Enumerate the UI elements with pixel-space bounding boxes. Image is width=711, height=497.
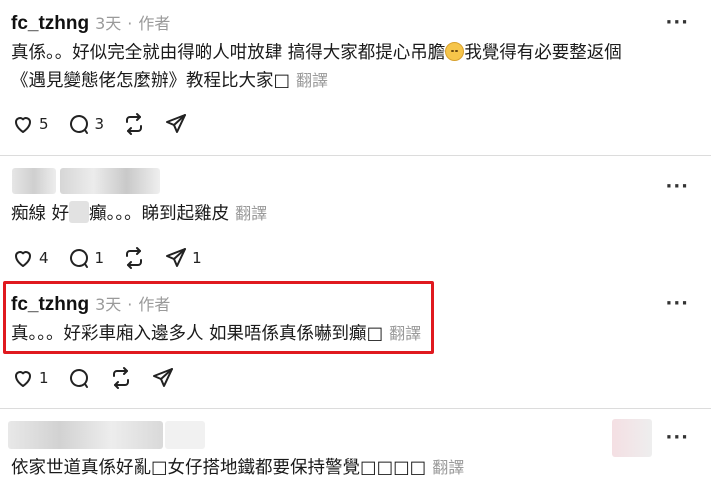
translate-link[interactable]: 翻譯: [432, 458, 464, 477]
like-button[interactable]: 4: [11, 246, 49, 270]
post-header: fc_tzhng 3天 · 作者: [11, 291, 170, 316]
author-tag: 作者: [138, 295, 171, 314]
missing-glyph: □: [366, 324, 384, 344]
repost-icon: [112, 367, 129, 389]
heart-icon: [15, 117, 31, 133]
like-count: 4: [39, 249, 49, 267]
missing-glyph: □: [273, 71, 291, 91]
blurred-username: [60, 168, 160, 194]
missing-glyph: □: [151, 458, 168, 478]
post-text: 痴線 好癲。。。睇到起雞皮 翻譯: [11, 200, 267, 228]
reply-count: 3: [94, 115, 105, 133]
comment-icon: [69, 115, 88, 134]
translate-link[interactable]: 翻譯: [389, 324, 421, 343]
post-text: 真係。。好似完全就由得啲人咁放肆 搞得大家都提心吊膽 我覺得有必要整返個 《遇見變…: [11, 40, 622, 95]
post-text-line: 《遇見變態佬怎麼辦》教程比大家: [11, 71, 274, 91]
meta-separator: ·: [127, 14, 133, 33]
post-text: 依家世道真係好亂□女仔搭地鐵都要保持警覺□□□□ 翻譯: [11, 454, 464, 482]
post-time[interactable]: 3天: [95, 10, 121, 34]
post-divider: [0, 155, 711, 156]
share-button[interactable]: [151, 366, 175, 390]
reply-button[interactable]: 3: [67, 112, 105, 136]
post-text-line: 癲。。。睇到起雞皮: [89, 204, 230, 224]
share-button[interactable]: 1: [164, 246, 202, 270]
post-text-line: 真係。。好似完全就由得啲人咁放肆 搞得大家都提心吊膽: [11, 43, 446, 63]
translate-link[interactable]: 翻譯: [235, 204, 267, 223]
repost-icon: [126, 113, 143, 135]
blurred-text: [69, 201, 90, 223]
more-options-icon[interactable]: ···: [665, 12, 689, 33]
like-count: 5: [39, 115, 49, 133]
post-actions: 5 3: [11, 112, 206, 136]
blurred-avatar: [12, 168, 56, 194]
worried-face-emoji-icon: [445, 42, 465, 61]
post-text-line: 痴線 好: [11, 204, 70, 224]
post-time[interactable]: 3天: [95, 291, 121, 315]
comment-icon: [69, 369, 88, 388]
blurred-text: [165, 421, 205, 449]
username[interactable]: fc_tzhng: [11, 13, 89, 35]
post-text-line: 真。。。好彩車廂入邊多人 如果唔係真係嚇到癲: [11, 324, 367, 344]
meta-separator: ·: [127, 295, 133, 314]
repost-icon: [126, 247, 143, 269]
post-text-line: 依家世道真係好亂: [11, 458, 151, 478]
blurred-username: [8, 421, 163, 449]
comment-icon: [69, 249, 88, 268]
more-options-icon[interactable]: ···: [665, 293, 689, 314]
repost-button[interactable]: [122, 112, 146, 136]
share-button[interactable]: [164, 112, 188, 136]
post-divider: [0, 408, 711, 409]
like-button[interactable]: 5: [11, 112, 49, 136]
author-tag: 作者: [138, 14, 171, 33]
missing-glyph: □□□□: [360, 458, 427, 478]
post-text: 真。。。好彩車廂入邊多人 如果唔係真係嚇到癲□ 翻譯: [11, 320, 421, 348]
like-button[interactable]: 1: [11, 366, 49, 390]
send-icon: [166, 248, 187, 267]
more-options-icon[interactable]: ···: [665, 427, 689, 448]
reply-button[interactable]: [67, 366, 91, 390]
translate-link[interactable]: 翻譯: [296, 71, 328, 90]
share-count: 1: [192, 249, 202, 267]
repost-button[interactable]: [122, 246, 146, 270]
more-options-icon[interactable]: ···: [665, 176, 689, 197]
heart-icon: [15, 371, 31, 387]
blurred-image: [612, 419, 652, 457]
post-text-line: 我覺得有必要整返個: [464, 43, 622, 63]
send-icon: [152, 368, 173, 387]
reply-count: 1: [94, 249, 105, 267]
post-header: fc_tzhng 3天 · 作者: [11, 10, 170, 35]
post-actions: 4 1 1: [11, 246, 220, 270]
username[interactable]: fc_tzhng: [11, 294, 89, 316]
send-icon: [166, 114, 187, 133]
like-count: 1: [39, 369, 49, 387]
post-actions: 1: [11, 366, 193, 390]
post-text-line: 女仔搭地鐵都要保持警覺: [167, 458, 361, 478]
reply-button[interactable]: 1: [67, 246, 105, 270]
repost-button[interactable]: [109, 366, 133, 390]
heart-icon: [15, 251, 31, 267]
